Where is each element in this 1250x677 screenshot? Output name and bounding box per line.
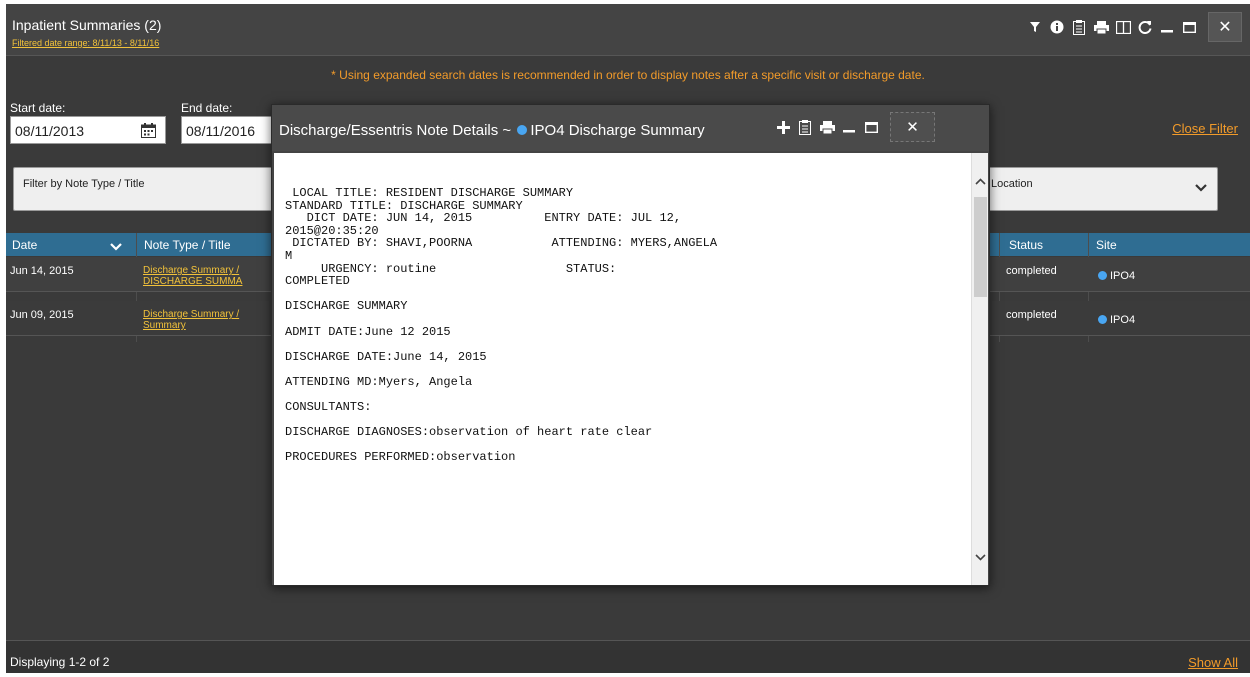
applet-title: Inpatient Summaries (2) bbox=[12, 17, 162, 33]
maximize-icon[interactable] bbox=[1178, 15, 1200, 39]
applet-footer: Displaying 1-2 of 2 Show All bbox=[6, 640, 1250, 673]
note-link-line: DISCHARGE SUMMA bbox=[143, 276, 243, 287]
chevron-down-icon[interactable] bbox=[110, 240, 122, 254]
modal-title-site: IPO4 Discharge Summary bbox=[530, 122, 705, 139]
site-dot-icon bbox=[1098, 315, 1107, 324]
modal-toolbar: ✕ bbox=[772, 112, 935, 142]
minimize-icon[interactable] bbox=[838, 115, 860, 139]
row-site: IPO4 bbox=[1098, 314, 1135, 326]
note-link-line: Discharge Summary / bbox=[143, 265, 240, 276]
chevron-down-icon bbox=[1195, 181, 1207, 195]
info-icon[interactable] bbox=[1046, 15, 1068, 39]
minimize-icon[interactable] bbox=[1156, 15, 1178, 39]
note-details-modal: Discharge/Essentris Note Details ~ IPO4 … bbox=[271, 104, 990, 586]
modal-title-prefix: Discharge/Essentris Note Details ~ bbox=[279, 122, 512, 139]
row-status: completed bbox=[1006, 309, 1057, 321]
search-dates-notice: * Using expanded search dates is recomme… bbox=[331, 68, 925, 82]
print-icon[interactable] bbox=[1090, 15, 1112, 39]
end-date-label: End date: bbox=[181, 101, 233, 115]
maximize-icon[interactable] bbox=[860, 115, 882, 139]
clipboard-icon[interactable] bbox=[794, 115, 816, 139]
displaying-count: Displaying 1-2 of 2 bbox=[10, 655, 110, 669]
row-date: Jun 14, 2015 bbox=[10, 265, 74, 277]
location-filter-placeholder: Location bbox=[991, 178, 1033, 190]
note-type-filter[interactable]: Filter by Note Type / Title bbox=[13, 167, 281, 211]
start-date-value: 08/11/2013 bbox=[15, 123, 85, 139]
refresh-icon[interactable] bbox=[1134, 15, 1156, 39]
close-filter-link[interactable]: Close Filter bbox=[1172, 121, 1238, 136]
note-type-filter-placeholder: Filter by Note Type / Title bbox=[23, 178, 145, 190]
note-link-line: Summary bbox=[143, 320, 186, 331]
location-filter[interactable]: Location bbox=[986, 167, 1218, 211]
filtered-date-range-link[interactable]: Filtered date range: 8/11/13 - 8/11/16 bbox=[12, 38, 159, 48]
note-text: LOCAL TITLE: RESIDENT DISCHARGE SUMMARY … bbox=[285, 186, 718, 465]
end-date-input[interactable]: 08/11/2016 bbox=[181, 116, 281, 144]
close-icon[interactable]: ✕ bbox=[1208, 12, 1242, 42]
site-dot-icon bbox=[517, 125, 528, 135]
date-column-header[interactable]: Date bbox=[12, 238, 37, 252]
vertical-scrollbar[interactable] bbox=[971, 153, 988, 585]
scroll-down-icon[interactable] bbox=[974, 553, 987, 564]
site-column-header[interactable]: Site bbox=[1096, 238, 1117, 252]
row-note-link[interactable]: Discharge Summary / DISCHARGE SUMMA bbox=[143, 265, 242, 287]
scroll-up-icon[interactable] bbox=[974, 177, 987, 188]
row-date: Jun 09, 2015 bbox=[10, 309, 74, 321]
applet-toolbar: ✕ bbox=[1024, 8, 1242, 46]
row-site-label: IPO4 bbox=[1110, 270, 1136, 282]
plus-icon[interactable] bbox=[772, 115, 794, 139]
site-dot-icon bbox=[1098, 271, 1107, 280]
modal-title: Discharge/Essentris Note Details ~ IPO4 … bbox=[279, 122, 705, 139]
clipboard-icon[interactable] bbox=[1068, 15, 1090, 39]
show-all-link[interactable]: Show All bbox=[1188, 655, 1238, 670]
row-site-label: IPO4 bbox=[1110, 314, 1136, 326]
columns-icon[interactable] bbox=[1112, 15, 1134, 39]
row-note-link[interactable]: Discharge Summary / Summary bbox=[143, 309, 239, 331]
start-date-label: Start date: bbox=[10, 101, 66, 115]
filter-icon[interactable] bbox=[1024, 15, 1046, 39]
modal-header[interactable]: Discharge/Essentris Note Details ~ IPO4 … bbox=[272, 105, 989, 151]
print-icon[interactable] bbox=[816, 115, 838, 139]
note-content-area[interactable]: LOCAL TITLE: RESIDENT DISCHARGE SUMMARY … bbox=[274, 153, 988, 585]
scrollbar-thumb[interactable] bbox=[974, 197, 987, 297]
end-date-value: 08/11/2016 bbox=[186, 123, 256, 139]
row-status: completed bbox=[1006, 265, 1057, 277]
note-type-column-header[interactable]: Note Type / Title bbox=[144, 238, 231, 252]
close-icon[interactable]: ✕ bbox=[890, 112, 935, 142]
status-column-header[interactable]: Status bbox=[1009, 238, 1043, 252]
calendar-icon[interactable] bbox=[137, 119, 159, 141]
row-site: IPO4 bbox=[1098, 270, 1135, 282]
applet-header: Inpatient Summaries (2) Filtered date ra… bbox=[6, 4, 1250, 56]
note-link-line: Discharge Summary / bbox=[143, 309, 240, 320]
